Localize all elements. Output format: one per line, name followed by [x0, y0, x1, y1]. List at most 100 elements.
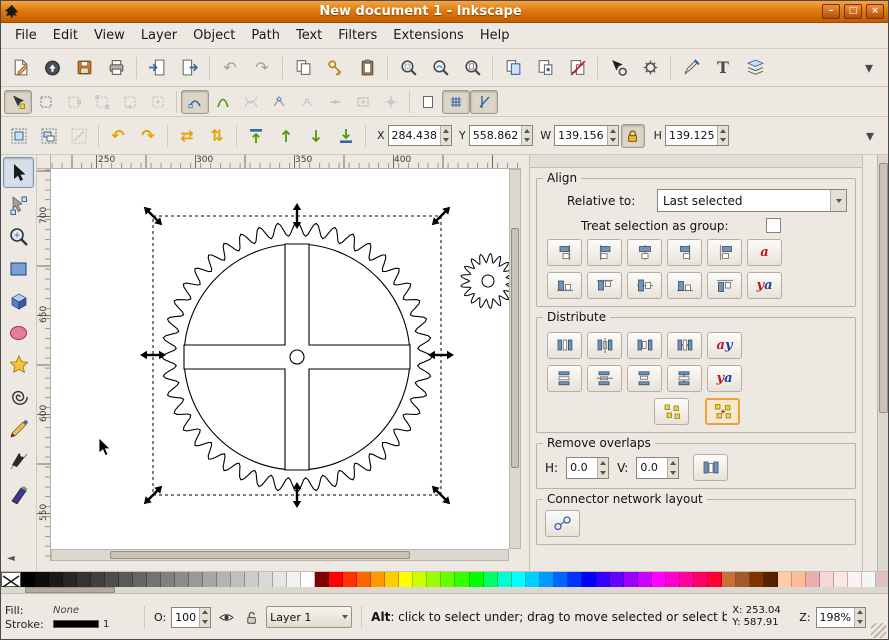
palette-swatch[interactable]	[385, 572, 400, 587]
menu-text[interactable]: Text	[288, 24, 330, 47]
palette-swatch[interactable]	[511, 572, 526, 587]
palette-swatch[interactable]	[581, 572, 596, 587]
palette-swatch[interactable]	[777, 572, 792, 587]
palette-swatch[interactable]	[707, 572, 722, 587]
y-field[interactable]: 558.862	[468, 125, 534, 146]
distribute-centers-vertically-button[interactable]	[587, 365, 622, 392]
palette-swatch[interactable]	[749, 572, 764, 587]
layer-select[interactable]: Layer 1	[266, 606, 353, 628]
tool-ellipse[interactable]	[3, 317, 34, 348]
rotate-ccw-button[interactable]: ↶	[103, 122, 133, 150]
palette-swatch[interactable]	[525, 572, 540, 587]
menu-filters[interactable]: Filters	[330, 24, 385, 47]
snap-cusp-nodes-button[interactable]	[265, 90, 293, 114]
menu-path[interactable]: Path	[243, 24, 288, 47]
align-text-anchors-vertical-button[interactable]: ya	[747, 272, 782, 299]
palette-swatch[interactable]	[175, 572, 190, 587]
horizontal-ruler[interactable]: 250 300 350 400	[51, 155, 521, 169]
palette-swatch[interactable]	[637, 572, 652, 587]
palette-swatch[interactable]	[203, 572, 218, 587]
flip-vertical-button[interactable]: ⇅	[202, 122, 232, 150]
large-gear[interactable]	[161, 221, 433, 493]
save-document-button[interactable]	[68, 53, 100, 83]
layer-visibility-button[interactable]	[216, 607, 236, 627]
menu-help[interactable]: Help	[472, 24, 518, 47]
align-right-edges-button[interactable]	[667, 239, 702, 266]
canvas-vertical-scrollbar[interactable]	[509, 169, 521, 549]
snap-bbox-corners-button[interactable]	[88, 90, 116, 114]
dock-scrollbar[interactable]	[877, 155, 888, 571]
menu-edit[interactable]: Edit	[45, 24, 86, 47]
palette-swatch[interactable]	[539, 572, 554, 587]
maximize-button[interactable]: □	[844, 4, 862, 19]
palette-swatch[interactable]	[427, 572, 442, 587]
open-document-button[interactable]	[36, 53, 68, 83]
unclump-button[interactable]	[654, 398, 689, 425]
palette-swatch[interactable]	[189, 572, 204, 587]
print-button[interactable]	[100, 53, 132, 83]
distribute-bottom-edges-button[interactable]	[627, 365, 662, 392]
menu-view[interactable]: View	[86, 24, 133, 47]
palette-swatch[interactable]	[133, 572, 148, 587]
palette-swatch[interactable]	[49, 572, 64, 587]
snap-smooth-nodes-button[interactable]	[293, 90, 321, 114]
distribute-text-anchors-vertical-button[interactable]: ya	[707, 365, 742, 392]
palette-swatch[interactable]	[91, 572, 106, 587]
duplicate-button[interactable]	[497, 53, 529, 83]
menu-file[interactable]: File	[7, 24, 45, 47]
y-spinner[interactable]	[521, 126, 533, 145]
zoom-spinner[interactable]	[854, 607, 865, 627]
import-button[interactable]	[141, 53, 173, 83]
palette-swatch[interactable]	[805, 572, 820, 587]
find-button[interactable]	[602, 53, 634, 83]
palette-swatch[interactable]	[679, 572, 694, 587]
palette-swatch[interactable]	[819, 572, 834, 587]
palette-swatch[interactable]	[259, 572, 274, 587]
zoom-drawing-button[interactable]	[424, 53, 456, 83]
center-on-vertical-axis-button[interactable]	[627, 239, 662, 266]
palette-swatch[interactable]	[763, 572, 778, 587]
text-dialog-button[interactable]: T	[707, 53, 739, 83]
distribute-centers-horizontally-button[interactable]	[587, 332, 622, 359]
minimize-button[interactable]: –	[822, 4, 840, 19]
tool-3dbox[interactable]	[3, 285, 34, 316]
randomize-centers-button[interactable]	[705, 398, 740, 425]
canvas[interactable]	[51, 169, 509, 549]
layer-lock-button[interactable]	[241, 607, 261, 627]
h-field[interactable]: 139.125	[664, 125, 730, 146]
palette-swatch[interactable]	[105, 572, 120, 587]
palette-swatch[interactable]	[651, 572, 666, 587]
palette-swatch[interactable]	[315, 572, 330, 587]
palette-swatch[interactable]	[483, 572, 498, 587]
palette-swatch[interactable]	[721, 572, 736, 587]
unlink-clone-button[interactable]	[561, 53, 593, 83]
palette-swatch[interactable]	[273, 572, 288, 587]
palette-swatch[interactable]	[343, 572, 358, 587]
tool-spiral[interactable]	[3, 381, 34, 412]
paste-button[interactable]	[351, 53, 383, 83]
layers-dialog-button[interactable]	[739, 53, 771, 83]
snap-bbox-centers-button[interactable]	[144, 90, 172, 114]
controls-overflow-button[interactable]: ▾	[855, 122, 885, 150]
palette-none-swatch[interactable]	[1, 572, 21, 588]
palette-swatch[interactable]	[875, 572, 888, 587]
palette-swatch[interactable]	[287, 572, 302, 587]
palette-swatch[interactable]	[217, 572, 232, 587]
palette-swatch[interactable]	[147, 572, 162, 587]
fill-stroke-dialog-button[interactable]	[675, 53, 707, 83]
titlebar[interactable]: New document 1 - Inkscape – □ ×	[1, 1, 888, 23]
tool-rectangle[interactable]	[3, 253, 34, 284]
snap-bbox-button[interactable]	[32, 90, 60, 114]
export-button[interactable]	[173, 53, 205, 83]
distribute-text-anchors-horizontal-button[interactable]: ay	[707, 332, 742, 359]
copy-button[interactable]	[287, 53, 319, 83]
align-bottom-to-anchor-top-button[interactable]	[547, 272, 582, 299]
palette-swatch[interactable]	[245, 572, 260, 587]
palette-swatch[interactable]	[735, 572, 750, 587]
distribute-top-edges-button[interactable]	[547, 365, 582, 392]
deselect-button[interactable]	[64, 122, 94, 150]
relative-to-select[interactable]: Last selected	[657, 189, 847, 212]
raise-to-top-button[interactable]	[241, 122, 271, 150]
scrollbar-thumb[interactable]	[110, 551, 410, 559]
palette-swatch[interactable]	[413, 572, 428, 587]
